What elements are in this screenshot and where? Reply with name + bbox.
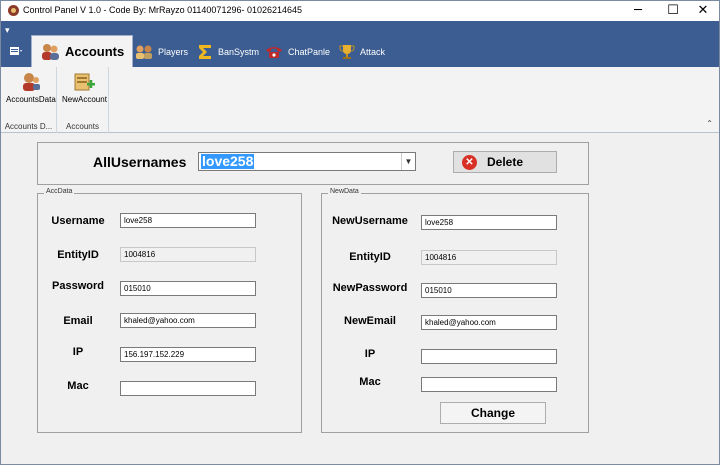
delete-label: Delete (486, 155, 524, 169)
entity-id-field: 1004816 (120, 247, 256, 262)
ip-input[interactable]: 156.197.152.229 (120, 347, 256, 362)
ribbon-group-accounts-data: AccountsData Accounts D... (1, 67, 57, 133)
password-input[interactable]: 015010 (120, 281, 256, 296)
app-menu-button[interactable] (5, 41, 27, 63)
entity-id-label: EntityID (57, 249, 99, 261)
maximize-button[interactable]: ☐ (656, 1, 690, 21)
ip-label: IP (72, 346, 84, 358)
tab-label: Players (158, 47, 189, 57)
new-email-label: NewEmail (344, 315, 396, 327)
ribbon-panel: AccountsData Accounts D... NewAccount Ac… (1, 67, 719, 133)
email-label: Email (63, 315, 93, 327)
new-email-input[interactable]: khaled@yahoo.com (421, 315, 557, 330)
tab-players[interactable]: Players (129, 37, 194, 67)
all-usernames-label: AllUsernames (93, 154, 187, 170)
tab-label: Attack (360, 47, 386, 57)
ribbon-group-label: Accounts (66, 122, 99, 131)
mac-label: Mac (67, 380, 89, 392)
app-icon (8, 5, 19, 16)
new-mac-label: Mac (359, 376, 381, 388)
delete-icon: ✕ (462, 155, 477, 170)
new-account-label: NewAccount (62, 95, 107, 104)
new-entity-id-field: 1004816 (421, 250, 557, 265)
menu-icon (10, 47, 22, 55)
new-mac-input[interactable] (421, 377, 557, 392)
username-selector-box: AllUsernames love258 ▼ ✕ Delete (37, 142, 589, 185)
new-data-title: NewData (328, 188, 361, 195)
password-label: Password (52, 280, 104, 292)
new-username-label: NewUsername (332, 215, 408, 227)
window-title: Control Panel V 1.0 - Code By: MrRayzo 0… (23, 5, 303, 15)
ribbon-group-accounts: NewAccount Accounts (57, 67, 109, 133)
all-usernames-value: love258 (201, 153, 255, 169)
username-label: Username (51, 215, 105, 227)
new-password-label: NewPassword (332, 282, 408, 294)
accounts-data-label: AccountsData (6, 95, 56, 104)
trophy-icon (339, 45, 355, 59)
new-account-icon (74, 73, 96, 91)
tab-accounts[interactable]: Accounts (31, 35, 134, 67)
accounts-data-button[interactable]: AccountsData (6, 71, 56, 104)
tab-label: BanSystm (218, 47, 260, 57)
main-content: AllUsernames love258 ▼ ✕ Delete AccData … (1, 134, 719, 464)
tab-label: ChatPanle (288, 47, 331, 57)
quick-access-caret-icon[interactable]: ▾ (5, 25, 21, 35)
mac-input[interactable] (120, 381, 256, 396)
control-panel-window: Control Panel V 1.0 - Code By: MrRayzo 0… (0, 0, 720, 465)
close-button[interactable]: ✕ (686, 1, 720, 21)
ribbon-tab-strip: ▾ Accounts Players BanSystm ChatPanle At… (1, 21, 719, 67)
new-ip-label: IP (364, 348, 376, 360)
sigma-icon (199, 45, 211, 59)
username-input[interactable]: love258 (120, 213, 256, 228)
new-data-group: NewData NewUsername love258 EntityID 100… (321, 188, 589, 433)
phone-icon (266, 47, 282, 58)
new-password-input[interactable]: 015010 (421, 283, 557, 298)
players-icon (136, 45, 152, 59)
tab-bansystm[interactable]: BanSystm (191, 37, 265, 67)
change-button[interactable]: Change (440, 402, 546, 424)
acc-data-group: AccData Username love258 EntityID 100481… (37, 188, 302, 433)
email-input[interactable]: khaled@yahoo.com (120, 313, 256, 328)
title-bar: Control Panel V 1.0 - Code By: MrRayzo 0… (1, 1, 719, 21)
ribbon-group-label: Accounts D... (4, 122, 53, 131)
all-usernames-combobox[interactable]: love258 ▼ (198, 152, 416, 171)
users-icon (42, 43, 59, 60)
new-ip-input[interactable] (421, 349, 557, 364)
delete-button[interactable]: ✕ Delete (453, 151, 557, 173)
tab-chatpanle[interactable]: ChatPanle (259, 37, 336, 67)
new-username-input[interactable]: love258 (421, 215, 557, 230)
new-account-button[interactable]: NewAccount (62, 71, 107, 104)
tab-label: Accounts (65, 44, 125, 59)
tab-attack[interactable]: Attack (333, 37, 391, 67)
minimize-button[interactable]: ─ (621, 1, 655, 21)
new-entity-id-label: EntityID (349, 251, 391, 263)
user-card-icon (22, 73, 40, 91)
ribbon-collapse-icon[interactable]: ⌃ (706, 119, 713, 128)
acc-data-title: AccData (44, 188, 75, 195)
chevron-down-icon[interactable]: ▼ (401, 153, 415, 170)
